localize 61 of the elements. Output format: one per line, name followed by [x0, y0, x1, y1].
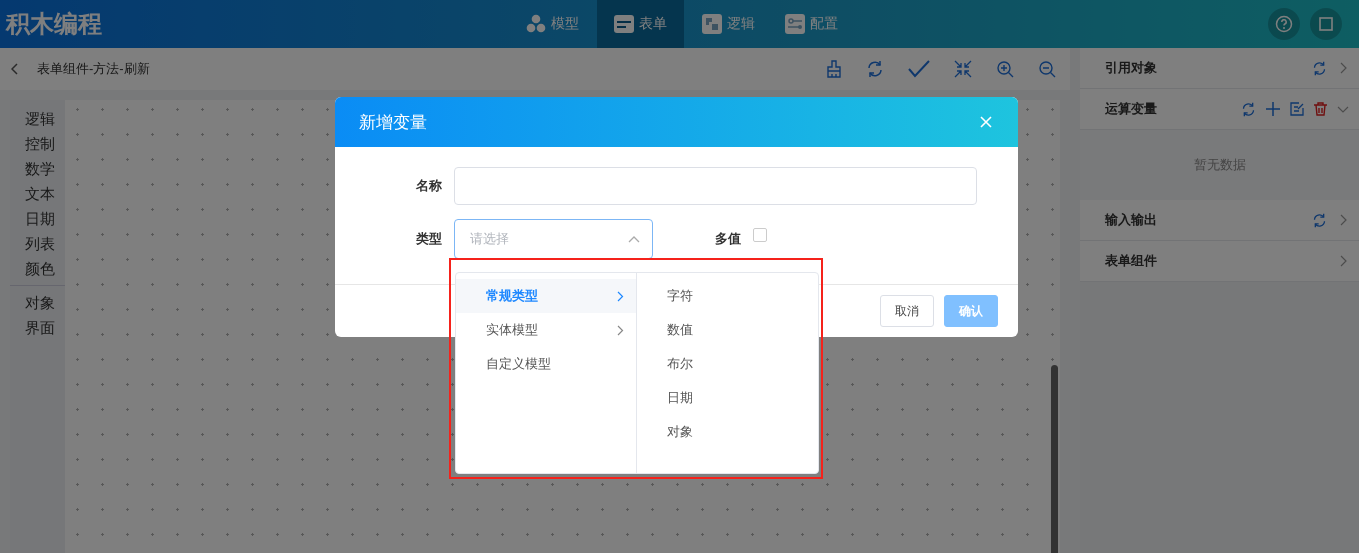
- panel-section-header[interactable]: 输入输出: [1080, 200, 1359, 241]
- square-icon: [1319, 17, 1333, 31]
- refresh-icon[interactable]: [866, 60, 884, 78]
- panel-section-header[interactable]: 引用对象: [1080, 48, 1359, 89]
- nav-tab[interactable]: 模型: [514, 0, 591, 48]
- cascader-option[interactable]: 常规类型: [456, 279, 636, 313]
- nav-tab[interactable]: 逻辑: [690, 0, 767, 48]
- palette-category[interactable]: 数学: [25, 156, 55, 181]
- cascader-option[interactable]: 自定义模型: [456, 347, 636, 381]
- edit-icon[interactable]: [1290, 102, 1304, 116]
- multi-value-checkbox[interactable]: [753, 228, 767, 242]
- back-icon[interactable]: [11, 63, 19, 75]
- palette-category[interactable]: 界面: [25, 315, 55, 340]
- refresh-icon[interactable]: [1312, 212, 1327, 228]
- nav-tab[interactable]: 配置: [773, 0, 850, 48]
- chevron-right-icon: [617, 290, 624, 302]
- zoom-out-icon[interactable]: [1038, 60, 1056, 78]
- section-title: 运算变量: [1105, 100, 1157, 118]
- close-icon: [980, 116, 992, 128]
- cascader-option[interactable]: 数值: [637, 313, 818, 347]
- palette-category[interactable]: 列表: [25, 231, 55, 256]
- name-input[interactable]: [454, 167, 977, 205]
- field-label: 类型: [415, 230, 443, 248]
- app-title: 积木编程: [4, 9, 103, 39]
- plus-icon[interactable]: [1266, 102, 1280, 116]
- cascader-option[interactable]: 日期: [637, 381, 818, 415]
- cascader-option[interactable]: 布尔: [637, 347, 818, 381]
- brush-icon[interactable]: [826, 60, 842, 78]
- cascader-option[interactable]: 实体模型: [456, 313, 636, 347]
- dialog-title: 新增变量: [359, 111, 427, 134]
- breadcrumb: 表单组件-方法-刷新: [37, 60, 150, 78]
- config-icon: [785, 14, 805, 34]
- palette-category[interactable]: 逻辑: [25, 106, 55, 131]
- panel-section-header[interactable]: 运算变量: [1080, 89, 1359, 130]
- palette-category[interactable]: 对象: [25, 290, 55, 315]
- section-title: 表单组件: [1105, 252, 1157, 270]
- field-label: 名称: [415, 177, 443, 195]
- form-icon: [614, 15, 634, 33]
- field-label: 多值: [715, 230, 741, 248]
- caret-up-icon: [628, 235, 640, 243]
- trash-icon[interactable]: [1314, 102, 1327, 116]
- refresh-icon[interactable]: [1312, 60, 1327, 76]
- palette-category[interactable]: 控制: [25, 131, 55, 156]
- collapse-icon[interactable]: [954, 60, 972, 78]
- section-title: 引用对象: [1105, 59, 1157, 77]
- palette-category[interactable]: 颜色: [25, 256, 55, 281]
- panel-section-header[interactable]: 表单组件: [1080, 241, 1359, 282]
- chevron-right-icon: [617, 324, 624, 336]
- palette-category[interactable]: 日期: [25, 206, 55, 231]
- cascader-option[interactable]: 字符: [637, 279, 818, 313]
- nav-tab[interactable]: 表单: [597, 0, 684, 48]
- cascader-option[interactable]: 对象: [637, 415, 818, 449]
- scrollbar-thumb[interactable]: [1051, 365, 1058, 553]
- help-icon: [1275, 15, 1293, 33]
- palette-category[interactable]: 文本: [25, 181, 55, 206]
- refresh-icon[interactable]: [1241, 101, 1256, 117]
- close-button[interactable]: [978, 114, 994, 130]
- cancel-button[interactable]: 取消: [880, 295, 934, 327]
- check-icon[interactable]: [908, 60, 930, 78]
- zoom-in-icon[interactable]: [996, 60, 1014, 78]
- section-title: 输入输出: [1105, 211, 1157, 229]
